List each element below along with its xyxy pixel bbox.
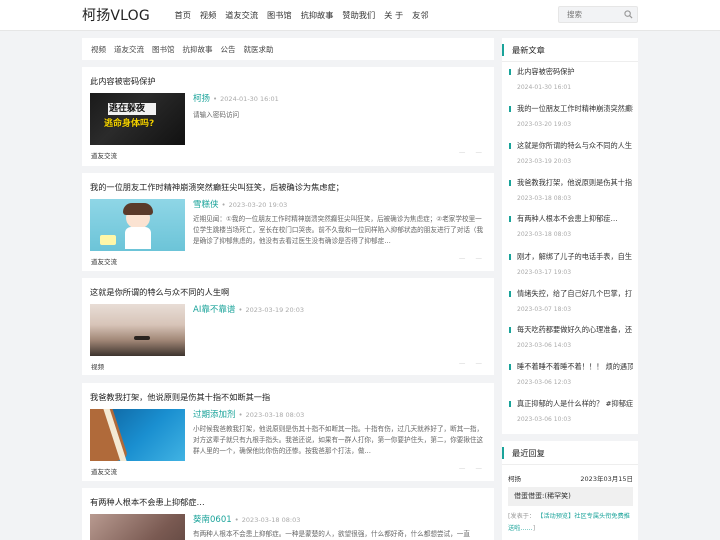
post-date: 2023-03-19 20:03: [245, 306, 305, 314]
post-category[interactable]: 道友交流: [91, 466, 117, 476]
post-author[interactable]: 过期添加剂: [193, 410, 236, 420]
post-date: 2024-01-30 16:01: [220, 95, 279, 103]
latest-article[interactable]: 睡不着睡不着睡不着！！！ 烦的遇顶 2023-03-06 12:03: [509, 362, 633, 395]
category-notice[interactable]: 公告: [217, 44, 240, 55]
post-thumbnail[interactable]: [90, 304, 185, 356]
reply-user[interactable]: 柯扬: [508, 475, 521, 483]
category-exchange[interactable]: 道友交流: [110, 44, 148, 55]
nav-about[interactable]: 关 于: [380, 0, 408, 31]
post-meta: 葵南0601 • 2023-03-18 08:03: [193, 515, 301, 525]
post-date: 2023-03-18 08:03: [241, 516, 301, 524]
nav-exchange[interactable]: 道友交流: [221, 0, 263, 31]
post-title[interactable]: 这就是你所谓的特么与众不同的人生啊: [90, 286, 229, 298]
latest-article[interactable]: 我爸教我打架，他说原则是伤其十指 2023-03-18 08:03: [509, 178, 633, 211]
reply-content: 借蛋借蛋:(稀罕笑): [508, 487, 633, 506]
latest-article[interactable]: 刚才，解绑了儿子的电话手表，自生 2023-03-17 19:03: [509, 252, 633, 285]
category-library[interactable]: 图书馆: [148, 44, 179, 55]
latest-article[interactable]: 情绪失控，给了自己好几个巴掌，打 2023-03-07 18:03: [509, 289, 633, 322]
post-meta: 过期添加剂 • 2023-03-18 08:03: [193, 410, 305, 420]
post-card: 我的一位朋友工作时精神崩溃突然癫狂尖叫狂笑，后被确诊为焦虑症； 道友交流 雪糕侠…: [82, 173, 494, 271]
latest-article[interactable]: 这就是你所谓的特么与众不同的人生 2023-03-19 20:03: [509, 141, 633, 174]
post-author[interactable]: AI靠不靠谱: [193, 305, 235, 315]
nav-library[interactable]: 图书馆: [263, 0, 297, 31]
site-header: 柯扬VLOG 首页 视频 道友交流 图书馆 抗抑故事 赞助我们 关 于 友邻: [0, 0, 720, 31]
main-nav: 首页 视频 道友交流 图书馆 抗抑故事 赞助我们 关 于 友邻: [170, 0, 433, 31]
latest-article[interactable]: 真正抑郁的人是什么样的？ #抑郁症 2023-03-06 10:03: [509, 399, 633, 432]
post-meta: 柯扬 • 2024-01-30 16:01: [193, 94, 279, 104]
post-thumbnail[interactable]: 逃在躲夜 逃命身体吗?: [90, 93, 185, 145]
post-excerpt: 有两种人根本不会患上抑郁症。一种是蒙楚的人，欲望很强，什么都好奇，什么都想尝试，…: [193, 530, 470, 538]
post-title[interactable]: 我爸教我打架，他说原则是伤其十指不如断其一指: [90, 391, 270, 403]
latest-article[interactable]: 此内容被密码保护 2024-01-30 16:01: [509, 67, 633, 100]
post-excerpt: 小时候我爸教我打架，他说原则是伤其十指不如断其一指。十指有伤，过几天就养好了，断…: [193, 425, 484, 455]
reply-source: [发表于： 【活动预览】社区专属头衔免费推送啦……]: [508, 513, 630, 532]
post-actions[interactable]: — —: [459, 254, 486, 262]
post-category[interactable]: 视频: [91, 361, 104, 371]
post-category[interactable]: 道友交流: [91, 150, 117, 160]
recent-replies-title: 最近回复: [502, 441, 638, 465]
search-icon[interactable]: [624, 10, 633, 19]
post-card: 有两种人根本不会患上抑郁症… 葵南0601 • 2023-03-18 08:03 有…: [82, 488, 494, 540]
post-excerpt: 近期见闻：①我的一位朋友工作时精神崩溃突然癫狂尖叫狂笑，后被确诊为焦虑症；②老家…: [193, 215, 484, 245]
post-title[interactable]: 我的一位朋友工作时精神崩溃突然癫狂尖叫狂笑，后被确诊为焦虑症；: [90, 181, 344, 193]
post-thumbnail[interactable]: [90, 409, 185, 461]
post-author[interactable]: 柯扬: [193, 94, 210, 104]
post-title[interactable]: 此内容被密码保护: [90, 75, 156, 87]
nav-home[interactable]: 首页: [170, 0, 195, 31]
post-card: 我爸教我打架，他说原则是伤其十指不如断其一指 道友交流 过期添加剂 • 2023-0…: [82, 383, 494, 481]
search-input[interactable]: [559, 7, 619, 22]
search-box: [558, 6, 638, 23]
post-author[interactable]: 葵南0601: [193, 515, 232, 525]
latest-article[interactable]: 有两种人根本不会患上抑郁症… 2023-03-18 08:03: [509, 214, 633, 247]
post-actions[interactable]: — —: [459, 359, 486, 367]
reply-date: 2023年03月15日: [580, 475, 633, 483]
site-logo[interactable]: 柯扬VLOG: [82, 5, 150, 25]
recent-replies-widget: 最近回复 柯扬 2023年03月15日 借蛋借蛋:(稀罕笑) [发表于： 【活动…: [502, 441, 638, 540]
latest-article[interactable]: 我的一位朋友工作时精神崩溃突然癫狂 2023-03-20 19:03: [509, 104, 633, 137]
category-stories[interactable]: 抗抑故事: [179, 44, 217, 55]
post-author[interactable]: 雪糕侠: [193, 200, 219, 210]
nav-sponsor[interactable]: 赞助我们: [338, 0, 380, 31]
category-medical[interactable]: 就医求助: [240, 44, 278, 55]
nav-stories[interactable]: 抗抑故事: [296, 0, 338, 31]
post-card: 此内容被密码保护 逃在躲夜 逃命身体吗? 道友交流 柯扬 • 2024-01-30 …: [82, 67, 494, 166]
latest-articles-title: 最新文章: [502, 38, 638, 62]
post-excerpt: 请输入密码访问: [193, 111, 240, 119]
post-category[interactable]: 道友交流: [91, 256, 117, 266]
latest-article[interactable]: 每天吃药都要做好久的心理准备，还 2023-03-06 14:03: [509, 325, 633, 358]
post-date: 2023-03-18 08:03: [245, 411, 305, 419]
nav-video[interactable]: 视频: [195, 0, 220, 31]
post-meta: AI靠不靠谱 • 2023-03-19 20:03: [193, 305, 305, 315]
post-meta: 雪糕侠 • 2023-03-20 19:03: [193, 200, 288, 210]
post-thumbnail[interactable]: [90, 199, 185, 251]
post-date: 2023-03-20 19:03: [228, 201, 288, 209]
post-card: 这就是你所谓的特么与众不同的人生啊 视频 AI靠不靠谱 • 2023-03-19 2…: [82, 278, 494, 375]
category-video[interactable]: 视频: [87, 44, 110, 55]
post-actions[interactable]: — —: [459, 148, 486, 156]
reply-header: 柯扬 2023年03月15日: [508, 473, 633, 483]
latest-articles-widget: 最新文章 此内容被密码保护 2024-01-30 16:01 我的一位朋友工作时精…: [502, 38, 638, 434]
post-actions[interactable]: — —: [459, 464, 486, 472]
post-thumbnail[interactable]: [90, 514, 185, 540]
post-title[interactable]: 有两种人根本不会患上抑郁症…: [90, 496, 205, 508]
nav-friends[interactable]: 友邻: [408, 0, 433, 31]
category-bar: 视频 道友交流 图书馆 抗抑故事 公告 就医求助: [82, 38, 494, 60]
